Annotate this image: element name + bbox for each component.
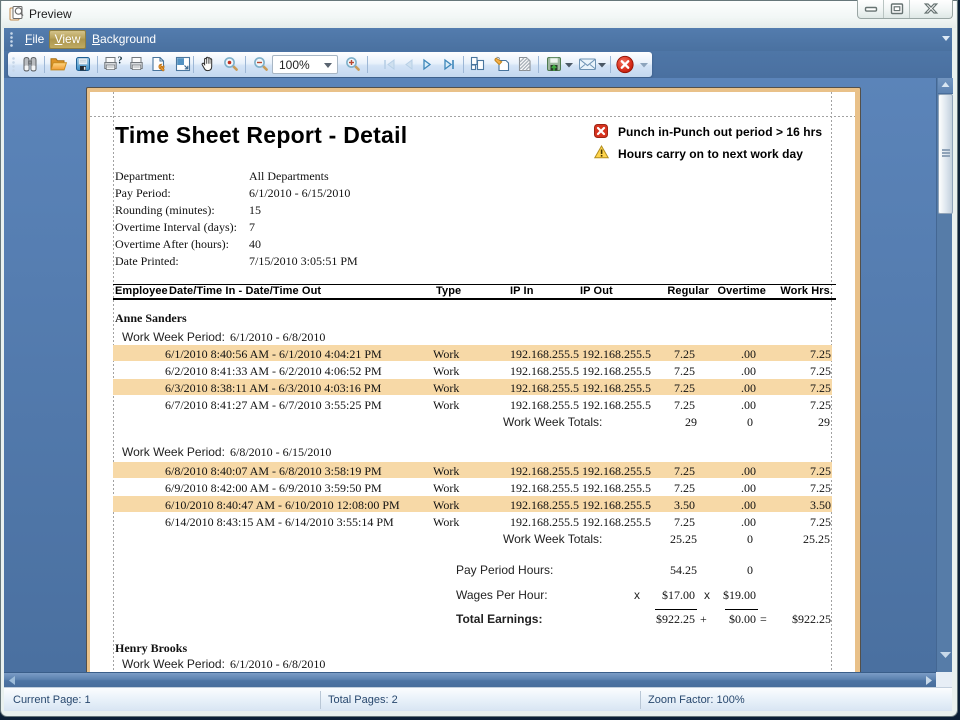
svg-text:?: ? (118, 56, 123, 67)
